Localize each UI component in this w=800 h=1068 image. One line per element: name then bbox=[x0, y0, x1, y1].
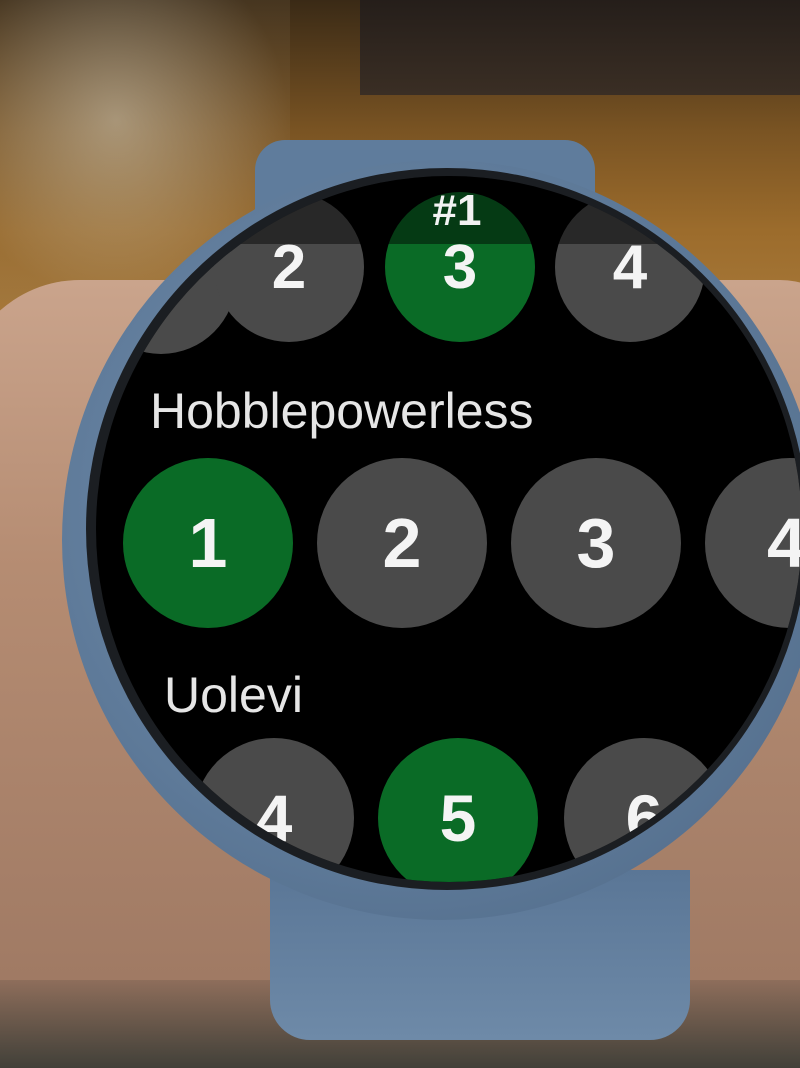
photo-scene: #1 2 3 4 Hobblepowerless 1 2 3 4 Uolevi … bbox=[0, 0, 800, 1068]
player-name: Uolevi bbox=[164, 667, 303, 723]
rating-button[interactable]: 2 bbox=[317, 458, 487, 628]
rating-button[interactable]: 6 bbox=[564, 738, 724, 882]
rating-button[interactable]: 4 bbox=[705, 458, 800, 628]
rating-label: 4 bbox=[767, 504, 800, 582]
page-indicator: #1 bbox=[432, 186, 482, 235]
rating-label: 4 bbox=[255, 781, 293, 855]
rating-label: 2 bbox=[382, 504, 422, 582]
background-shadow bbox=[360, 0, 800, 95]
rating-button[interactable]: 4 bbox=[194, 738, 354, 882]
rating-label: 1 bbox=[188, 504, 228, 582]
rating-label: 3 bbox=[576, 504, 616, 582]
rating-button-selected[interactable]: 5 bbox=[378, 738, 538, 882]
rating-label: 5 bbox=[439, 781, 477, 855]
watch-screen: #1 2 3 4 Hobblepowerless 1 2 3 4 Uolevi … bbox=[96, 176, 800, 882]
rating-button-selected[interactable]: 1 bbox=[123, 458, 293, 628]
rating-button[interactable]: 3 bbox=[511, 458, 681, 628]
player-name: Hobblepowerless bbox=[150, 383, 534, 439]
rating-label: 6 bbox=[625, 781, 663, 855]
